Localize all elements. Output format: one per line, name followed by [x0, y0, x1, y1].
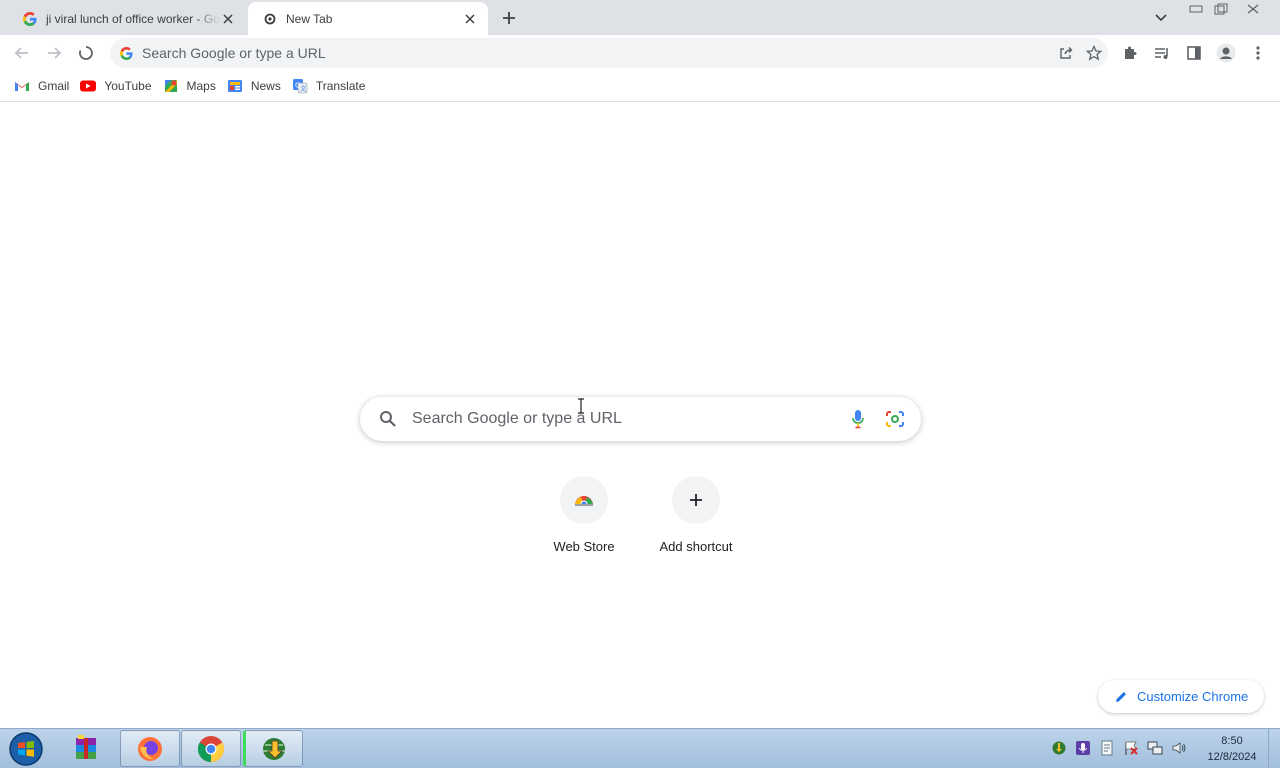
shortcut-web-store[interactable]: Web Store — [528, 476, 640, 568]
bookmark-star-icon[interactable] — [1080, 39, 1108, 67]
ntp-search-box[interactable]: Search Google or type a URL — [360, 397, 921, 441]
address-bar-placeholder: Search Google or type a URL — [142, 45, 326, 61]
address-bar[interactable]: Search Google or type a URL — [110, 38, 1108, 68]
back-button[interactable] — [8, 39, 36, 67]
bookmark-youtube[interactable]: YouTube — [78, 73, 158, 99]
shortcut-label: Add shortcut — [659, 539, 733, 554]
idm-icon[interactable] — [243, 730, 303, 767]
close-tab-icon[interactable] — [220, 11, 236, 27]
toolbar: Search Google or type a URL — [0, 35, 1280, 70]
shortcut-add[interactable]: Add shortcut — [640, 476, 752, 568]
volume-speaker-icon[interactable] — [1170, 739, 1187, 756]
maps-icon — [163, 78, 179, 94]
new-tab-button[interactable] — [498, 7, 520, 29]
share-icon[interactable] — [1052, 39, 1080, 67]
tab-title: ji viral lunch of office worker - Go — [46, 11, 220, 26]
svg-text:文: 文 — [300, 85, 306, 93]
profile-avatar-icon[interactable] — [1212, 39, 1240, 67]
news-icon — [227, 78, 243, 94]
tab-new-tab[interactable]: New Tab — [248, 2, 488, 35]
youtube-icon — [80, 78, 97, 94]
text-cursor-icon — [577, 398, 585, 414]
google-g-icon — [22, 11, 38, 27]
bookmark-translate[interactable]: G文 Translate — [290, 73, 373, 99]
windows-taskbar: 8:50 12/8/2024 — [0, 728, 1280, 768]
forward-button[interactable] — [40, 39, 68, 67]
bookmark-label: YouTube — [104, 78, 152, 93]
minimize-button[interactable] — [1183, 0, 1209, 18]
bookmark-label: Gmail — [38, 78, 70, 93]
action-center-flag-icon[interactable] — [1122, 739, 1139, 756]
bookmark-news[interactable]: News — [225, 73, 288, 99]
winrar-icon[interactable] — [56, 730, 116, 767]
chrome-menu-kebab-icon[interactable] — [1244, 39, 1272, 67]
document-tray-icon[interactable] — [1098, 739, 1115, 756]
clock-date: 12/8/2024 — [1207, 751, 1257, 763]
firefox-icon[interactable] — [120, 730, 180, 767]
media-queue-icon[interactable] — [1148, 39, 1176, 67]
stop-loading-button[interactable] — [72, 39, 100, 67]
bookmark-label: Translate — [315, 78, 366, 93]
tab-title: New Tab — [286, 11, 333, 26]
google-lens-camera-icon[interactable] — [883, 407, 907, 431]
network-tray-icon[interactable] — [1146, 739, 1163, 756]
system-tray — [1050, 739, 1187, 756]
bookmark-gmail[interactable]: Gmail — [12, 73, 76, 99]
bookmark-maps[interactable]: Maps — [161, 73, 223, 99]
side-panel-icon[interactable] — [1180, 39, 1208, 67]
tab-search-result[interactable]: ji viral lunch of office worker - Go — [8, 2, 246, 35]
tab-search-chevron-icon[interactable] — [1150, 7, 1172, 29]
shortcut-label: Web Store — [553, 539, 615, 554]
show-desktop-button[interactable] — [1268, 729, 1280, 768]
customize-chrome-label: Customize Chrome — [1137, 689, 1249, 704]
search-icon — [378, 409, 398, 429]
chrome-icon[interactable] — [181, 730, 241, 767]
tab-strip: ji viral lunch of office worker - Go New… — [0, 0, 1280, 35]
start-orb-icon[interactable] — [6, 731, 46, 767]
extensions-puzzle-icon[interactable] — [1116, 39, 1144, 67]
customize-chrome-button[interactable]: Customize Chrome — [1098, 680, 1264, 713]
close-window-button[interactable] — [1240, 0, 1266, 18]
chrome-loading-icon — [262, 11, 278, 27]
idm-tray-icon[interactable] — [1050, 739, 1067, 756]
microphone-tray-icon[interactable] — [1074, 739, 1091, 756]
bookmark-label: Maps — [186, 78, 216, 93]
gmail-icon — [14, 78, 30, 94]
bookmarks-bar: Gmail YouTube Maps News G文 Translate — [0, 70, 1280, 102]
close-tab-icon[interactable] — [462, 11, 478, 27]
taskbar-clock[interactable]: 8:50 12/8/2024 — [1200, 733, 1264, 765]
clock-time: 8:50 — [1221, 735, 1243, 747]
voice-search-mic-icon[interactable] — [846, 407, 870, 431]
ntp-search-placeholder: Search Google or type a URL — [412, 410, 622, 427]
plus-icon — [672, 476, 720, 524]
google-g-icon — [118, 45, 134, 61]
web-store-icon — [560, 476, 608, 524]
bookmark-label: News — [250, 78, 281, 93]
translate-icon: G文 — [292, 78, 308, 94]
restore-button[interactable] — [1208, 0, 1234, 18]
pencil-icon — [1113, 689, 1129, 705]
